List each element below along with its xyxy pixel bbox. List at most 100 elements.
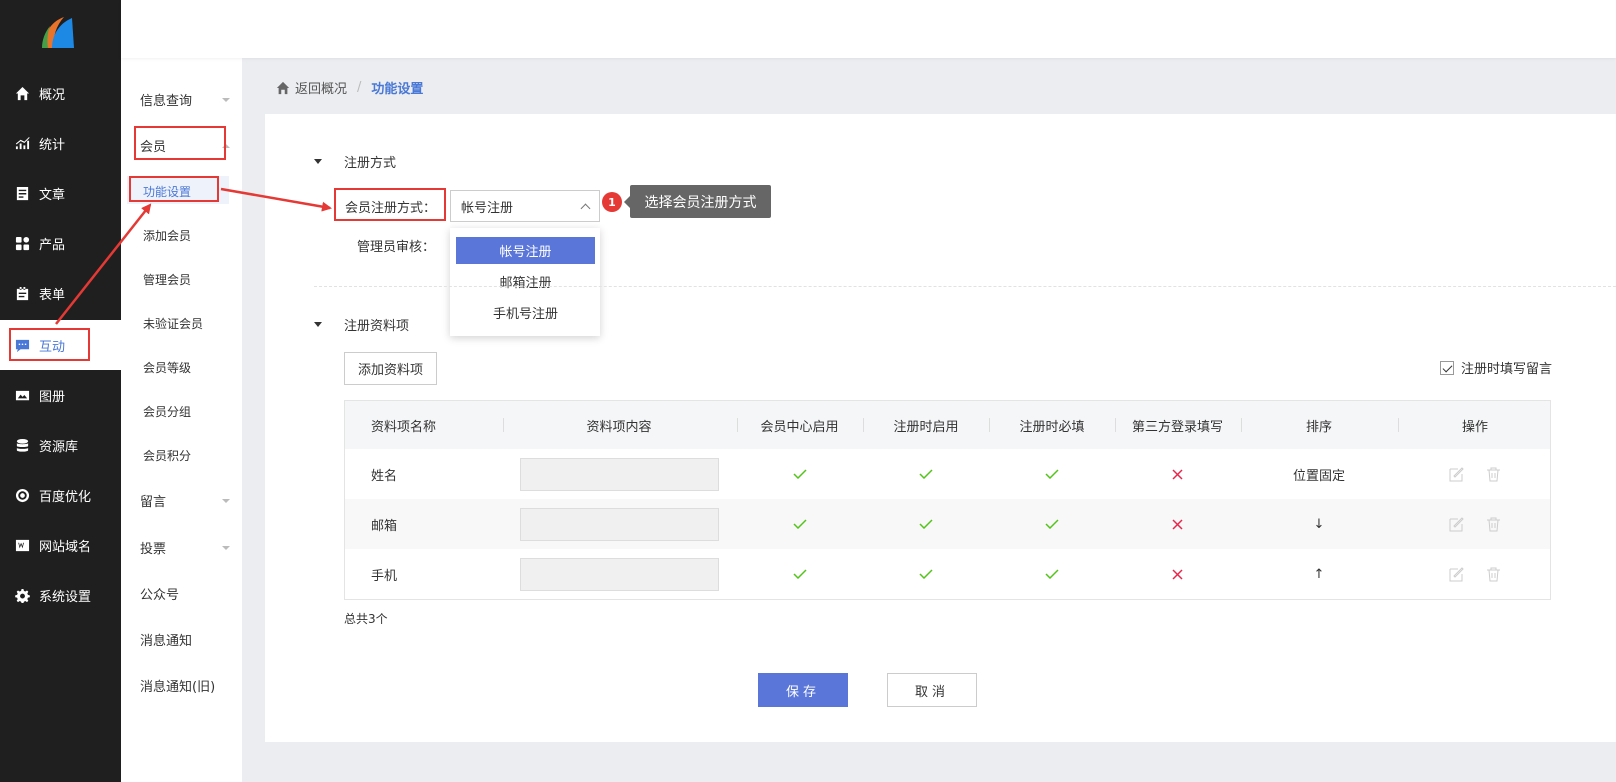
center-enabled-check[interactable] [737, 549, 862, 599]
sort-value: 位置固定 [1292, 468, 1345, 484]
section-divider [314, 286, 1616, 287]
submenu-message[interactable]: 留言 [140, 491, 230, 510]
submenu-info-query[interactable]: 信息查询 [140, 90, 230, 109]
sidebar-item-label: 图册 [39, 389, 66, 405]
sidebar-item-label: 系统设置 [39, 589, 92, 605]
sort-down-button[interactable]: ↓ [1241, 499, 1397, 549]
option-phone[interactable]: 手机号注册 [456, 299, 595, 326]
seo-icon [14, 487, 30, 503]
check-icon [792, 569, 807, 579]
submenu-label: 投票 [140, 542, 167, 557]
submenu-manage-members[interactable]: 管理会员 [143, 271, 191, 288]
submenu-member-points[interactable]: 会员积分 [143, 447, 191, 464]
option-account[interactable]: 帐号注册 [456, 237, 595, 264]
submenu-label: 公众号 [140, 588, 180, 603]
submenu-member-groups[interactable]: 会员分组 [143, 403, 191, 420]
third-party-cross[interactable] [1115, 449, 1240, 499]
register-enabled-check[interactable] [863, 549, 989, 599]
step-badge: 1 [602, 192, 622, 212]
sidebar-item-stats[interactable]: 统计 [0, 128, 121, 158]
stats-icon [14, 135, 30, 151]
submenu-add-member[interactable]: 添加会员 [143, 227, 191, 244]
register-required-check[interactable] [989, 549, 1115, 599]
registration-section-header[interactable]: 注册方式 [314, 152, 396, 171]
row-actions [1398, 449, 1552, 499]
check-icon [919, 519, 933, 529]
submenu-label: 消息通知(旧) [140, 680, 216, 695]
fields-section-header[interactable]: 注册资料项 [314, 315, 409, 334]
gear-icon [14, 587, 30, 603]
submenu-wechat[interactable]: 公众号 [140, 584, 230, 603]
field-name: 邮箱 [371, 518, 398, 534]
field-content-input[interactable] [519, 557, 719, 591]
sidebar-item-label: 文章 [39, 187, 66, 203]
sidebar-item-domain[interactable]: 网站域名 [0, 530, 121, 560]
sub-navigation: 信息查询 会员 功能设置 添加会员 管理会员 未验证会员 会员等级 会员分组 会… [121, 0, 242, 782]
row-actions [1398, 549, 1552, 599]
field-content-input[interactable] [519, 507, 719, 541]
sidebar-item-form[interactable]: 表单 [0, 278, 121, 308]
register-enabled-check[interactable] [863, 449, 989, 499]
sidebar-item-overview[interactable]: 概况 [0, 78, 121, 108]
table-row: 手机 ↑ [345, 549, 1550, 599]
submenu-vote[interactable]: 投票 [140, 538, 230, 557]
article-icon [14, 185, 30, 201]
submenu-notify[interactable]: 消息通知 [140, 630, 230, 649]
center-enabled-check[interactable] [737, 499, 862, 549]
submenu-label: 信息查询 [140, 94, 193, 109]
submenu-notify-old[interactable]: 消息通知(旧) [140, 676, 230, 695]
column-header: 操作 [1461, 419, 1488, 435]
sidebar-item-label: 统计 [39, 137, 66, 153]
third-party-cross[interactable] [1115, 549, 1240, 599]
product-icon [14, 235, 30, 251]
check-icon [792, 469, 807, 479]
annotation-box-interaction [9, 328, 90, 361]
add-field-button[interactable]: 添加资料项 [344, 352, 437, 385]
column-header: 排序 [1305, 419, 1332, 435]
trash-icon[interactable] [1485, 466, 1502, 483]
register-enabled-check[interactable] [863, 499, 989, 549]
collapse-triangle-icon [314, 322, 322, 327]
register-required-check[interactable] [989, 449, 1115, 499]
table-row: 姓名 位置固定 [345, 449, 1550, 499]
register-method-select[interactable]: 帐号注册 [450, 190, 600, 222]
section-title: 注册方式 [344, 156, 397, 171]
sidebar-item-article[interactable]: 文章 [0, 178, 121, 208]
sidebar-item-album[interactable]: 图册 [0, 380, 121, 410]
trash-icon[interactable] [1485, 516, 1502, 533]
option-email[interactable]: 邮箱注册 [456, 268, 595, 295]
check-icon [1045, 519, 1059, 529]
submenu-unverified-members[interactable]: 未验证会员 [143, 315, 203, 332]
breadcrumb: 返回概况 / 功能设置 [276, 78, 423, 97]
trash-icon[interactable] [1485, 566, 1502, 583]
sidebar-item-seo[interactable]: 百度优化 [0, 480, 121, 510]
check-icon [1045, 569, 1059, 579]
form-icon [14, 285, 30, 301]
home-icon [14, 85, 30, 101]
sidebar-item-label: 网站域名 [39, 539, 92, 555]
annotation-tooltip: 选择会员注册方式 [624, 185, 771, 218]
check-icon [792, 519, 807, 529]
center-enabled-check[interactable] [737, 449, 862, 499]
home-icon [276, 81, 290, 94]
column-header: 注册时必填 [1019, 419, 1085, 435]
register-required-check[interactable] [989, 499, 1115, 549]
message-on-register-checkbox[interactable]: 注册时填写留言 [1440, 358, 1552, 377]
logo [42, 17, 74, 48]
chevron-up-icon [580, 203, 591, 213]
field-content-input[interactable] [519, 457, 719, 491]
cancel-button[interactable]: 取消 [887, 673, 977, 707]
save-button[interactable]: 保存 [758, 673, 848, 707]
sidebar-item-settings[interactable]: 系统设置 [0, 580, 121, 610]
sort-up-button[interactable]: ↑ [1241, 549, 1397, 599]
sidebar-item-product[interactable]: 产品 [0, 228, 121, 258]
submenu-member-levels[interactable]: 会员等级 [143, 359, 191, 376]
submenu-label: 留言 [140, 495, 167, 510]
edit-icon[interactable] [1448, 516, 1465, 533]
third-party-cross[interactable] [1115, 499, 1240, 549]
edit-icon[interactable] [1448, 466, 1465, 483]
column-header: 第三方登录填写 [1131, 419, 1223, 435]
sidebar-item-resources[interactable]: 资源库 [0, 430, 121, 460]
edit-icon[interactable] [1448, 566, 1465, 583]
breadcrumb-back-link[interactable]: 返回概况 [295, 78, 347, 97]
